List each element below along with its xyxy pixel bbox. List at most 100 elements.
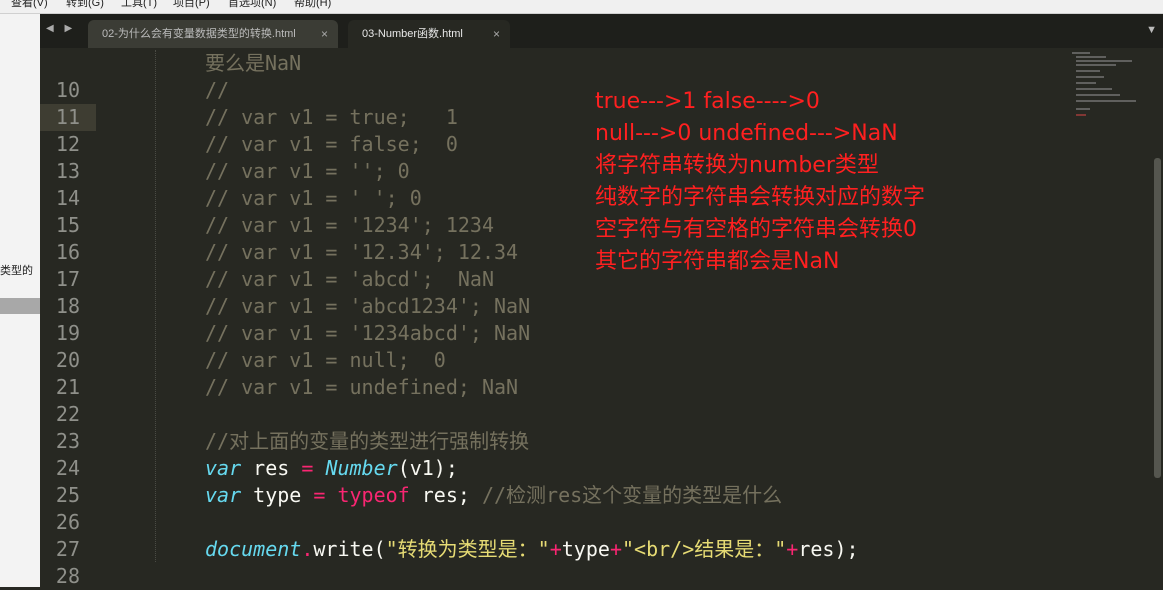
line-number: 23 (55, 429, 80, 453)
menu-tools[interactable]: 工具(T) (121, 0, 157, 9)
tab-close-icon[interactable]: × (321, 20, 328, 48)
code-line: // var v1 = '1234'; 1234 (205, 212, 494, 239)
tab-03-number-html[interactable]: 03-Number函数.html × (348, 20, 510, 48)
code-token: document (205, 537, 302, 561)
code-token: res; (409, 483, 482, 507)
line-number: 28 (55, 564, 80, 588)
code-token: "转换为类型是：" (385, 537, 550, 561)
code-line: // var v1 = ' '; 0 (205, 185, 422, 212)
line-number: 22 (55, 402, 80, 426)
minimap-line (1072, 52, 1090, 54)
minimap-line (1076, 88, 1112, 90)
code-token: write( (313, 537, 386, 561)
code-line: var res = Number(v1); (205, 455, 458, 482)
code-line: //对上面的变量的类型进行强制转换 (205, 428, 529, 455)
minimap[interactable] (1068, 50, 1148, 120)
code-line: // var v1 = '1234abcd'; NaN (205, 320, 530, 347)
annotation-notes: true--->1 false---->0 null--->0 undefine… (595, 86, 925, 278)
menu-goto[interactable]: 转到(G) (66, 0, 104, 9)
code-token: // (205, 78, 230, 102)
code-token: 要么是NaN (205, 51, 302, 75)
code-token: "<br/>结果是：" (621, 537, 787, 561)
code-line: var type = typeof res; //检测res这个变量的类型是什么 (205, 482, 782, 509)
line-number: 21 (55, 375, 80, 399)
menu-help[interactable]: 帮助(H) (294, 0, 331, 9)
tab-02-html[interactable]: 02-为什么会有变量数据类型的转换.html × (88, 20, 338, 48)
line-number: 13 (55, 159, 80, 183)
note-line: 将字符串转换为number类型 (595, 153, 879, 178)
menu-preferences[interactable]: 首选项(N) (228, 0, 276, 9)
tab-nav-arrows-icon[interactable]: ◀ ▶ (46, 23, 76, 34)
minimap-line (1076, 64, 1116, 66)
code-token: type (241, 483, 314, 507)
line-number: 19 (55, 321, 80, 345)
code-token: // var v1 = 'abcd'; NaN (205, 267, 494, 291)
left-panel-selection (0, 298, 40, 314)
line-number: 16 (55, 240, 80, 264)
line-number: 11 (55, 105, 80, 129)
code-line: // var v1 = true; 1 (205, 104, 458, 131)
code-line: // var v1 = undefined; NaN (205, 374, 518, 401)
code-line: // var v1 = '12.34'; 12.34 (205, 239, 518, 266)
code-token: // var v1 = undefined; NaN (205, 375, 519, 399)
code-token: Number (325, 456, 398, 480)
code-token: // var v1 = null; 0 (205, 348, 446, 372)
code-token: + (786, 537, 799, 561)
scrollbar-thumb[interactable] (1154, 158, 1161, 478)
minimap-line (1076, 76, 1104, 78)
code-token: + (609, 537, 622, 561)
code-token: var (205, 483, 242, 507)
minimap-line (1076, 94, 1120, 96)
line-number: 15 (55, 213, 80, 237)
line-number: 27 (55, 537, 80, 561)
note-line: 纯数字的字符串会转换对应的数字 (595, 185, 926, 210)
tab-bar: ◀ ▶ 02-为什么会有变量数据类型的转换.html × 03-Number函数… (40, 14, 1163, 48)
line-number: 17 (55, 267, 80, 291)
minimap-line (1076, 82, 1096, 84)
code-token: var (205, 456, 242, 480)
code-token: // var v1 = '1234'; 1234 (205, 213, 494, 237)
code-token: = (301, 456, 314, 480)
tab-menu-chevron-icon[interactable]: ▼ (1146, 24, 1157, 36)
minimap-line (1076, 100, 1136, 102)
menu-view[interactable]: 查看(V) (11, 0, 48, 9)
code-token: . (301, 537, 314, 561)
left-panel-fragment[interactable]: 类型的 (0, 262, 33, 278)
menu-project[interactable]: 项目(P) (173, 0, 210, 9)
code-token: //对上面的变量的类型进行强制转换 (205, 429, 530, 453)
code-token: // var v1 = ' '; 0 (205, 186, 422, 210)
code-token: // var v1 = '12.34'; 12.34 (205, 240, 519, 264)
line-number: 20 (55, 348, 80, 372)
code-line: 要么是NaN (205, 50, 301, 77)
minimap-line (1076, 114, 1086, 116)
menu-bar: 查看(V) 转到(G) 工具(T) 项目(P) 首选项(N) 帮助(H) (0, 0, 1163, 14)
note-line: true--->1 false---->0 (595, 89, 820, 114)
code-token: // var v1 = 'abcd1234'; NaN (205, 294, 531, 318)
code-line: document.write("转换为类型是："+type+"<br/>结果是：… (205, 536, 859, 563)
line-number: 18 (55, 294, 80, 318)
code-line: // var v1 = 'abcd'; NaN (205, 266, 494, 293)
code-token: res (241, 456, 302, 480)
code-line: // var v1 = null; 0 (205, 347, 446, 374)
line-number: 10 (55, 78, 80, 102)
line-number: 14 (55, 186, 80, 210)
tab-close-icon[interactable]: × (493, 20, 500, 48)
code-token: res); (798, 537, 859, 561)
left-panel: 类型的 (0, 14, 40, 587)
line-number: 26 (55, 510, 80, 534)
note-line: 其它的字符串都会是NaN (595, 249, 840, 274)
minimap-line (1076, 60, 1132, 62)
tab-label: 02-为什么会有变量数据类型的转换.html (102, 28, 296, 40)
indent-guide (155, 50, 157, 562)
minimap-line (1076, 56, 1106, 58)
vertical-scrollbar[interactable] (1152, 48, 1163, 587)
code-token: (v1); (397, 456, 458, 480)
code-token: // var v1 = ''; 0 (205, 159, 410, 183)
code-token: //检测res这个变量的类型是什么 (481, 483, 783, 507)
code-token: // var v1 = true; 1 (205, 105, 458, 129)
line-number: 24 (55, 456, 80, 480)
note-line: null--->0 undefined--->NaN (595, 121, 898, 146)
minimap-line (1076, 108, 1090, 110)
